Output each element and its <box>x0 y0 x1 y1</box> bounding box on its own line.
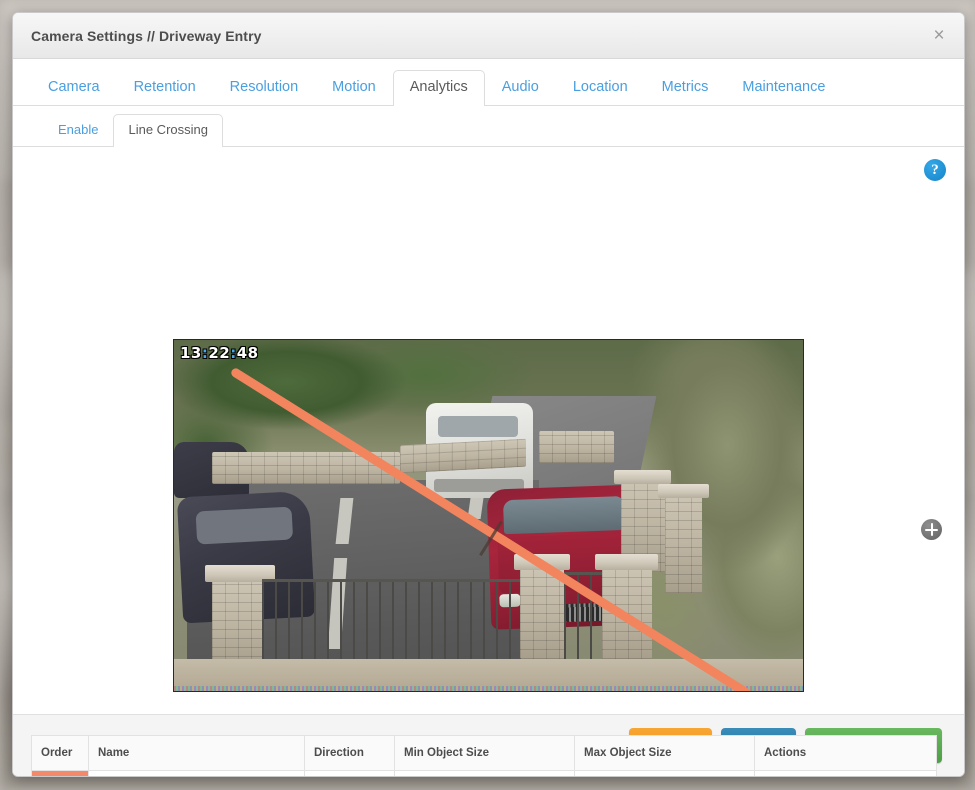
tab-camera[interactable]: Camera <box>31 70 117 105</box>
tab-metrics[interactable]: Metrics <box>645 70 726 105</box>
camera-preview: 13:22:48 <box>173 339 804 692</box>
subtab-enable[interactable]: Enable <box>43 114 113 146</box>
cell-actions <box>754 770 937 776</box>
video-scene-image <box>174 340 803 691</box>
cell-direction <box>304 770 395 776</box>
dialog-titlebar: Camera Settings // Driveway Entry × <box>13 13 964 59</box>
primary-tab-bar: Camera Retention Resolution Motion Analytics… <box>13 59 964 106</box>
table-head: Order Name Direction Min Object Size Max… <box>31 735 937 771</box>
camera-settings-dialog: Camera Settings // Driveway Entry × Came… <box>12 12 965 777</box>
video-timestamp: 13:22:48 <box>180 344 259 362</box>
table-body: 1 Not a count 18% x 18% 53% x 53% <box>31 770 937 776</box>
timestamp-hours: 13 <box>180 344 202 362</box>
tab-motion[interactable]: Motion <box>315 70 393 105</box>
cell-min-object-size: 18% x 18% <box>394 770 575 776</box>
col-min-object-size: Min Object Size <box>394 735 575 771</box>
tab-audio[interactable]: Audio <box>485 70 556 105</box>
table-header-row: Order Name Direction Min Object Size Max… <box>31 735 937 771</box>
subtab-line-crossing[interactable]: Line Crossing <box>113 114 223 147</box>
video-frame[interactable]: 13:22:48 <box>173 339 804 692</box>
cell-name[interactable]: Not a count <box>88 770 305 776</box>
plus-circle-icon[interactable] <box>921 519 942 540</box>
line-crossing-table-wrap: Order Name Direction Min Object Size Max… <box>31 735 937 776</box>
add-line-row <box>921 519 942 540</box>
tab-content-line-crossing: ? 13:22:48 Order Name Direction Min Obje… <box>13 147 964 776</box>
close-icon[interactable]: × <box>924 21 954 51</box>
tab-location[interactable]: Location <box>556 70 645 105</box>
tab-retention[interactable]: Retention <box>117 70 213 105</box>
col-order: Order <box>31 735 89 771</box>
help-icon[interactable]: ? <box>924 159 946 181</box>
tab-maintenance[interactable]: Maintenance <box>725 70 842 105</box>
table-row[interactable]: 1 Not a count 18% x 18% 53% x 53% <box>31 770 937 776</box>
cell-order: 1 <box>31 770 89 776</box>
line-crossing-table: Order Name Direction Min Object Size Max… <box>31 735 937 776</box>
col-max-object-size: Max Object Size <box>574 735 755 771</box>
col-actions: Actions <box>754 735 937 771</box>
secondary-tab-bar: Enable Line Crossing <box>13 106 964 147</box>
help-row: ? <box>924 159 946 181</box>
tab-resolution[interactable]: Resolution <box>213 70 316 105</box>
dialog-body: Camera Retention Resolution Motion Analytics… <box>13 59 964 776</box>
col-name: Name <box>88 735 305 771</box>
timestamp-seconds: 48 <box>236 344 259 362</box>
dialog-title: Camera Settings // Driveway Entry <box>31 27 262 44</box>
tab-analytics[interactable]: Analytics <box>392 69 485 106</box>
col-direction: Direction <box>304 735 395 771</box>
cell-max-object-size: 53% x 53% <box>574 770 755 776</box>
timestamp-minutes: 22 <box>208 344 231 362</box>
